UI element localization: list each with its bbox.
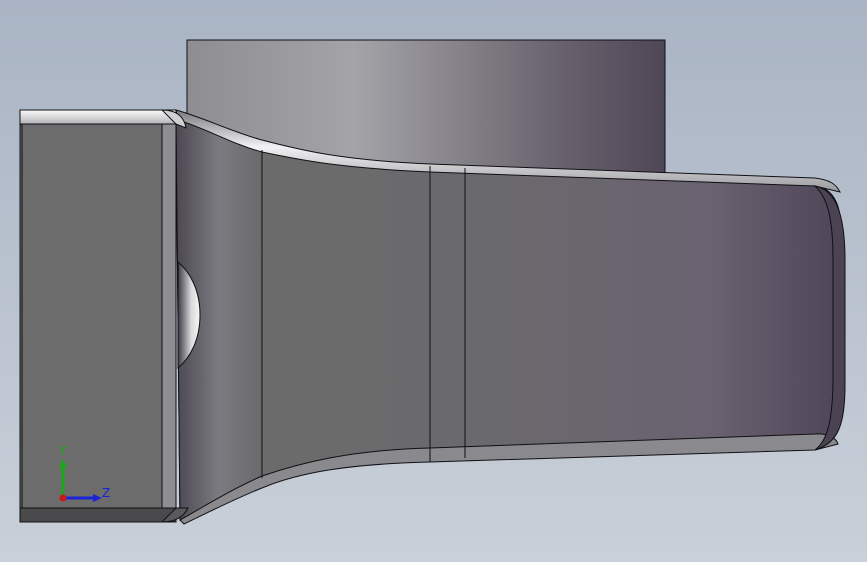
left-block-side-fillet: [161, 123, 177, 509]
triad-label-z: Z: [102, 486, 110, 500]
triad-label-y: Y: [58, 444, 67, 458]
triad-x-axis-dot: [59, 494, 67, 502]
left-block-top-edge: [19, 109, 177, 125]
cad-viewport[interactable]: Y Z: [0, 0, 867, 562]
left-block-face: [21, 123, 163, 509]
left-block-bottom-edge: [19, 507, 177, 523]
